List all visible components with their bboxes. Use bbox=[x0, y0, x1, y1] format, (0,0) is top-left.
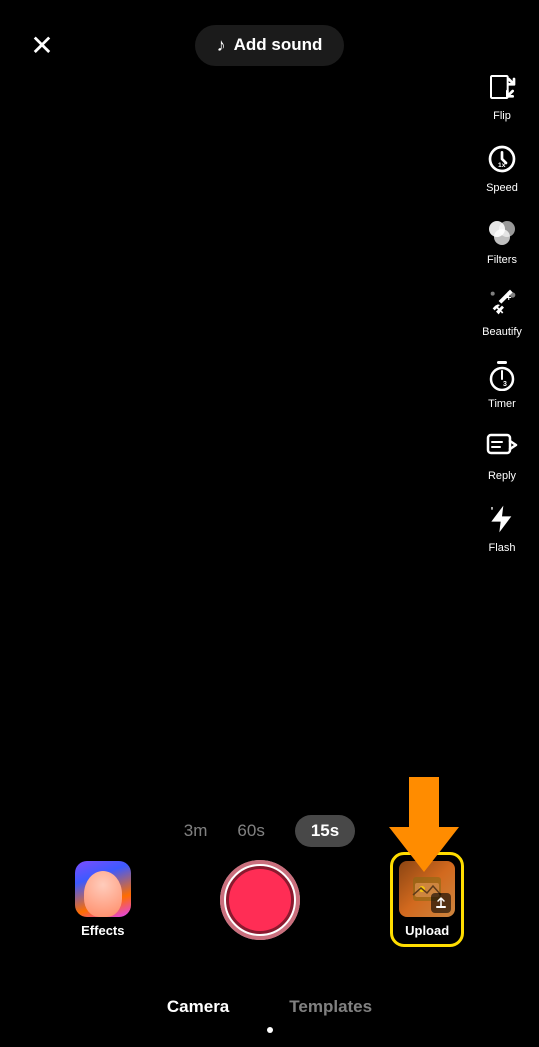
close-button[interactable]: ✕ bbox=[20, 23, 64, 67]
music-note-icon: ♪ bbox=[217, 35, 226, 56]
effects-figure bbox=[84, 871, 122, 917]
svg-text:+: + bbox=[506, 292, 512, 302]
timer-icon: 3 bbox=[481, 354, 523, 396]
sidebar-item-speed[interactable]: 1x Speed bbox=[473, 132, 531, 200]
arrow-shaft bbox=[409, 777, 439, 827]
beautify-icon: + bbox=[481, 282, 523, 324]
flash-label: Flash bbox=[489, 542, 516, 554]
sidebar-item-filters[interactable]: Filters bbox=[473, 204, 531, 272]
close-icon: ✕ bbox=[30, 29, 53, 62]
sidebar-item-timer[interactable]: 3 Timer bbox=[473, 348, 531, 416]
filters-icon bbox=[481, 210, 523, 252]
sidebar-item-flash[interactable]: Flash bbox=[473, 492, 531, 560]
arrow-indicator bbox=[389, 867, 459, 872]
filters-label: Filters bbox=[487, 254, 517, 266]
sidebar-item-reply[interactable]: Reply bbox=[473, 420, 531, 488]
effects-thumbnail bbox=[75, 861, 131, 917]
effects-thumbnail-inner bbox=[75, 861, 131, 917]
speed-label: Speed bbox=[486, 182, 518, 194]
add-sound-label: Add sound bbox=[234, 35, 323, 55]
duration-60s[interactable]: 60s bbox=[237, 821, 264, 841]
flash-icon bbox=[481, 498, 523, 540]
sidebar-item-flip[interactable]: Flip bbox=[473, 60, 531, 128]
add-sound-button[interactable]: ♪ Add sound bbox=[195, 25, 345, 66]
svg-text:3: 3 bbox=[503, 381, 507, 388]
bottom-nav: Camera Templates bbox=[0, 997, 539, 1017]
nav-templates[interactable]: Templates bbox=[289, 997, 372, 1017]
nav-camera[interactable]: Camera bbox=[167, 997, 229, 1017]
reply-label: Reply bbox=[488, 470, 516, 482]
record-button[interactable] bbox=[220, 860, 300, 940]
upload-overlay-icon bbox=[431, 893, 451, 913]
flip-icon bbox=[481, 66, 523, 108]
header: ✕ ♪ Add sound bbox=[0, 0, 539, 90]
reply-icon bbox=[481, 426, 523, 468]
speed-icon: 1x bbox=[481, 138, 523, 180]
duration-15s[interactable]: 15s bbox=[295, 815, 355, 847]
flip-label: Flip bbox=[493, 110, 511, 122]
svg-text:1x: 1x bbox=[498, 162, 506, 169]
sidebar-item-beautify[interactable]: + Beautify bbox=[473, 276, 531, 344]
upload-label: Upload bbox=[405, 923, 449, 938]
duration-3m[interactable]: 3m bbox=[184, 821, 208, 841]
record-ring bbox=[220, 860, 300, 940]
nav-indicator-dot bbox=[267, 1027, 273, 1033]
effects-label: Effects bbox=[81, 923, 124, 938]
effects-button[interactable]: Effects bbox=[75, 861, 131, 938]
sidebar: Flip 1x Speed Filters bbox=[473, 60, 531, 560]
beautify-label: Beautify bbox=[482, 326, 522, 338]
timer-label: Timer bbox=[488, 398, 516, 410]
arrow-head bbox=[389, 827, 459, 872]
